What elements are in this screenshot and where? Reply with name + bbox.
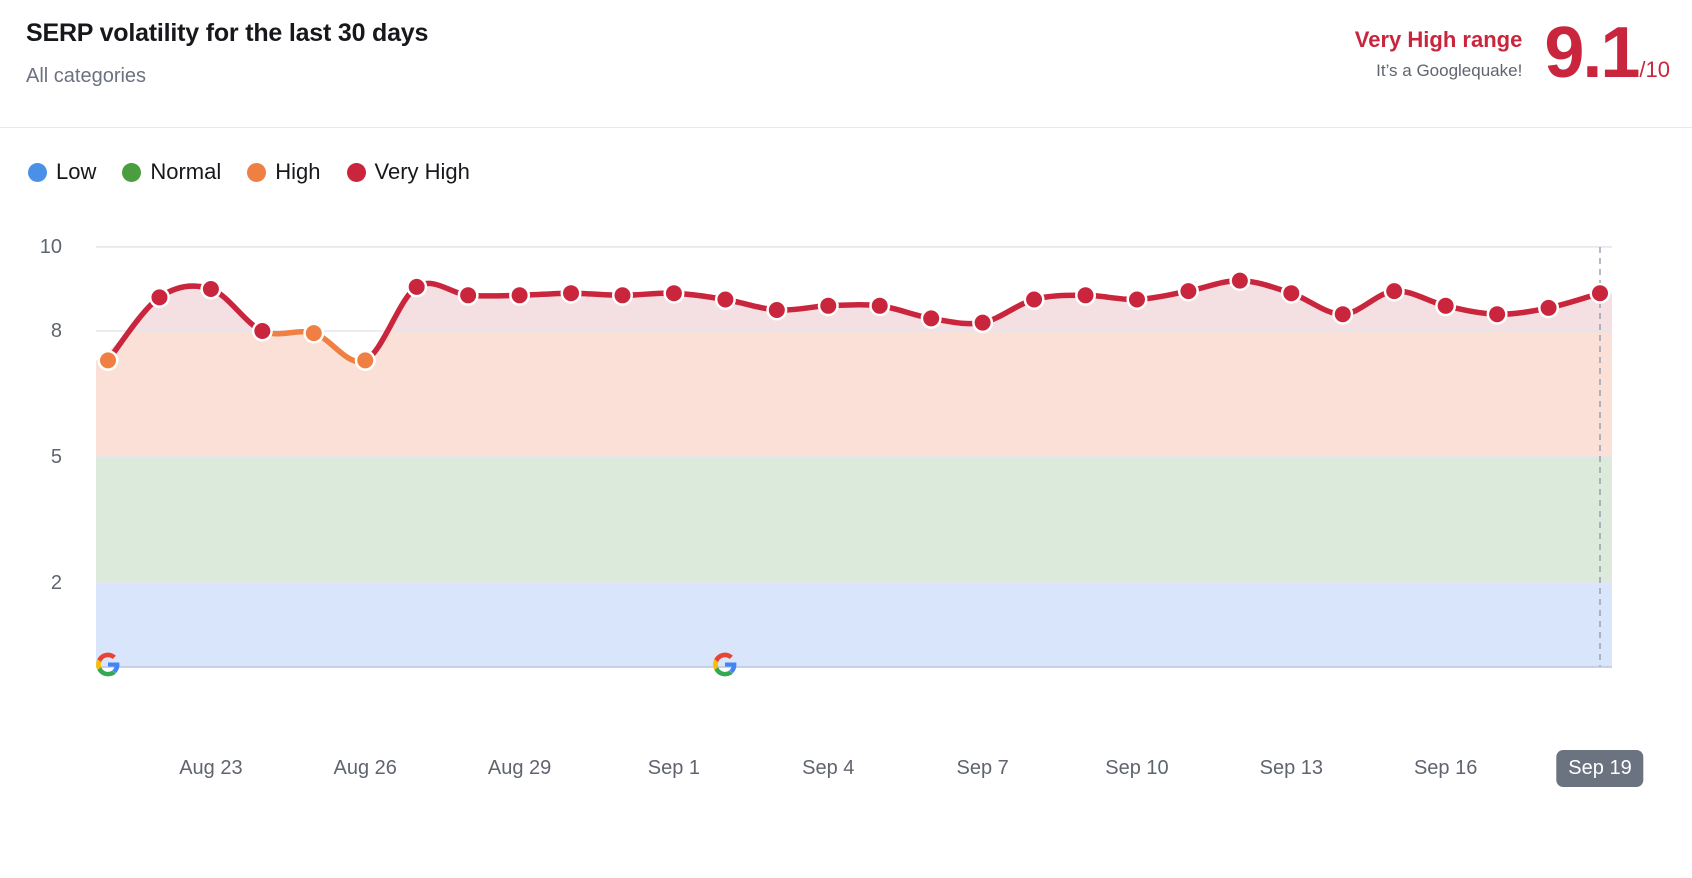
- volatility-chart: 10 8 5 2 Aug 23 Aug 26 Aug 29 Sep 1 Sep 4 Sep 7 S…: [0, 190, 1692, 870]
- y-axis-tick-label: 5: [50, 446, 62, 468]
- data-point[interactable]: [768, 302, 785, 318]
- range-label: Very High range: [1354, 27, 1523, 52]
- chart-header: SERP volatility for the last 30 days All…: [0, 0, 1692, 128]
- x-axis-tick-label-current: Sep 19: [1556, 750, 1644, 787]
- band-high: [96, 331, 1612, 457]
- data-point[interactable]: [305, 325, 322, 342]
- data-point[interactable]: [1231, 272, 1248, 289]
- x-axis-tick-label: Aug 29: [487, 757, 552, 779]
- data-point[interactable]: [460, 287, 477, 304]
- data-point[interactable]: [254, 323, 271, 339]
- x-axis-tick-label: Sep 4: [802, 757, 855, 779]
- y-axis-tick-label: 2: [50, 572, 62, 594]
- legend-swatch-icon: [346, 162, 366, 182]
- data-point[interactable]: [563, 285, 580, 302]
- data-point[interactable]: [1283, 285, 1300, 302]
- score-denominator: /10: [1639, 57, 1670, 82]
- score-value: 9.1: [1544, 13, 1640, 93]
- y-axis-tick-label: 10: [39, 236, 62, 258]
- legend-swatch-icon: [28, 162, 47, 182]
- legend-item-high[interactable]: High: [247, 159, 321, 185]
- data-point[interactable]: [151, 289, 168, 306]
- y-axis-tick-label: 8: [50, 320, 62, 342]
- data-point[interactable]: [717, 291, 734, 308]
- data-point[interactable]: [1592, 285, 1608, 302]
- x-axis-tick-label: Sep 13: [1259, 757, 1323, 779]
- x-axis-tick-label: Sep 1: [647, 757, 701, 779]
- volatility-score-block: Very High range It’s a Googlequake! 9.1 …: [1355, 16, 1670, 90]
- legend-item-label: Very High: [374, 159, 470, 184]
- x-axis-tick-label: Aug 26: [333, 757, 397, 779]
- data-point[interactable]: [1386, 283, 1403, 300]
- data-point[interactable]: [871, 297, 888, 314]
- legend-swatch-icon: [247, 162, 267, 182]
- google-icon[interactable]: [95, 652, 121, 683]
- data-point[interactable]: [614, 287, 631, 304]
- data-point[interactable]: [974, 314, 991, 331]
- data-point[interactable]: [1437, 297, 1454, 314]
- range-caption: It’s a Googlequake!: [1376, 61, 1523, 80]
- band-normal: [96, 457, 1612, 583]
- data-point[interactable]: [1077, 287, 1094, 304]
- data-point[interactable]: [923, 310, 940, 327]
- x-axis-tick-label: Sep 16: [1413, 757, 1478, 779]
- x-axis-tick-label: Sep 10: [1105, 757, 1169, 779]
- data-point[interactable]: [1334, 306, 1351, 323]
- band-low: [96, 583, 1612, 667]
- chart-legend: Low Normal High Very High: [0, 128, 1692, 190]
- data-point[interactable]: [820, 297, 837, 314]
- legend-item-normal[interactable]: Normal: [122, 159, 221, 185]
- legend-item-label: High: [275, 159, 321, 184]
- legend-swatch-icon: [122, 162, 142, 182]
- legend-item-label: Low: [56, 159, 97, 184]
- legend-item-low[interactable]: Low: [28, 159, 96, 185]
- data-point[interactable]: [100, 352, 116, 369]
- x-axis-tick-label: Sep 7: [956, 757, 1009, 779]
- data-point[interactable]: [1540, 299, 1557, 316]
- legend-item-label: Normal: [150, 159, 222, 184]
- data-point[interactable]: [665, 285, 682, 302]
- data-point[interactable]: [1026, 291, 1043, 308]
- data-point[interactable]: [202, 281, 219, 297]
- google-icon[interactable]: [712, 652, 738, 683]
- data-point[interactable]: [1489, 306, 1506, 323]
- legend-item-very-high[interactable]: Very High: [346, 159, 470, 185]
- x-axis-tick-label: Aug 23: [179, 757, 243, 779]
- data-point[interactable]: [511, 287, 528, 304]
- data-point[interactable]: [357, 352, 374, 369]
- data-point[interactable]: [1128, 291, 1145, 308]
- data-point[interactable]: [1180, 283, 1197, 300]
- data-point[interactable]: [408, 278, 425, 295]
